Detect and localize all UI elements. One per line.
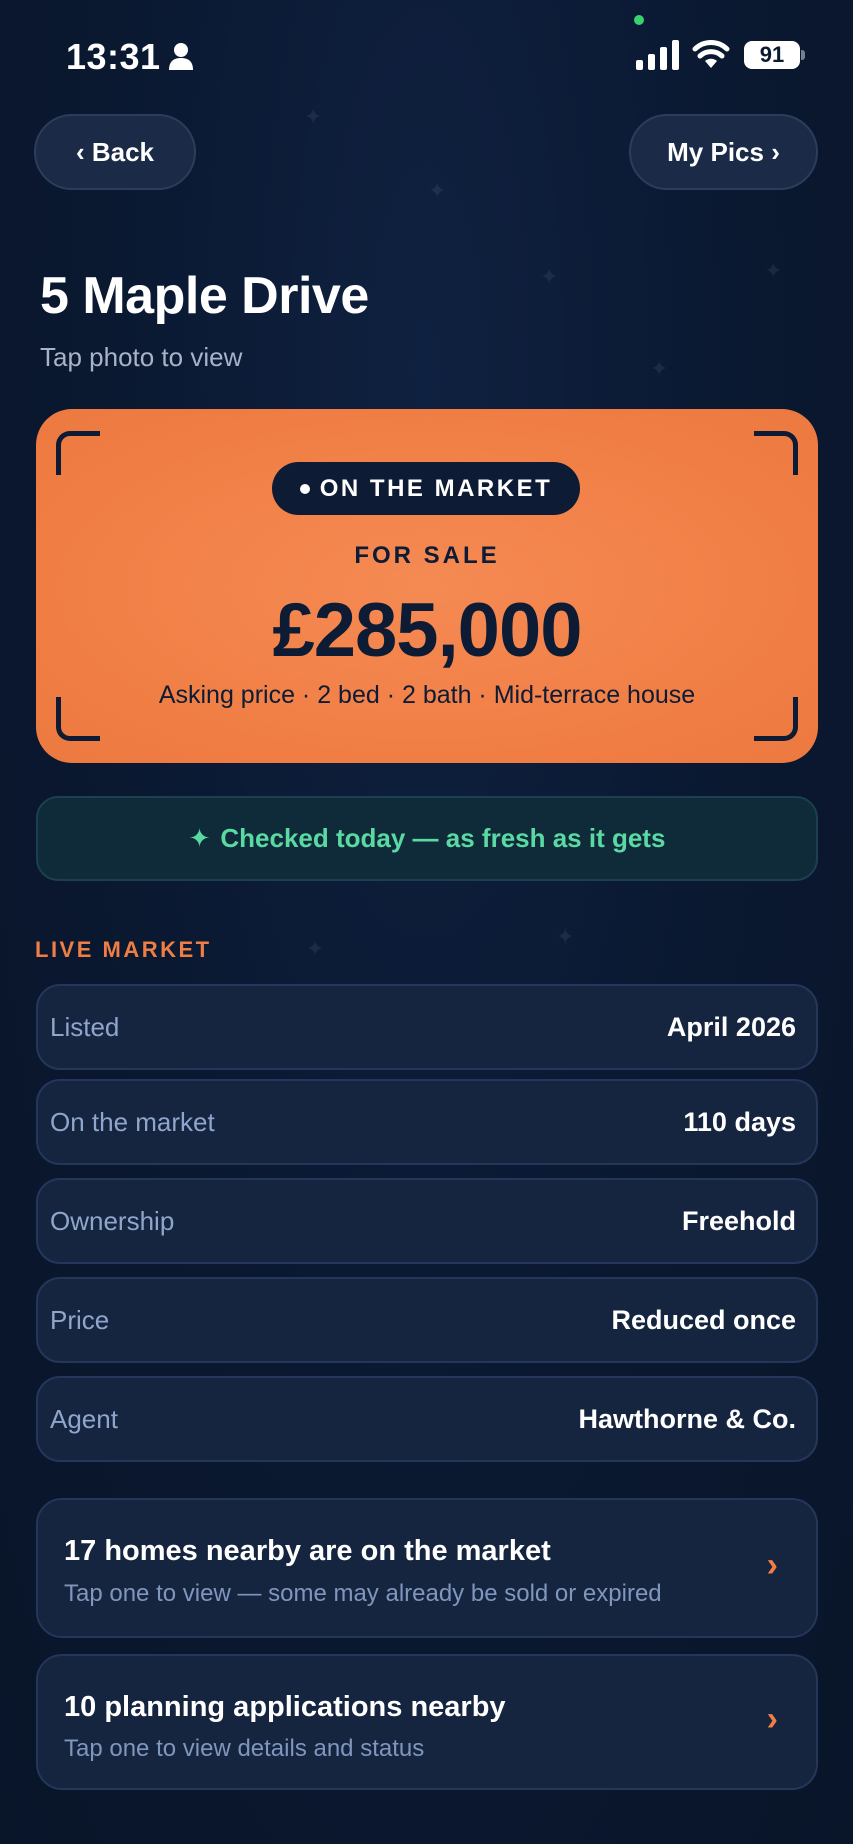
market-status-text: ON THE MARKET	[319, 474, 553, 502]
nearby-homes-title: 17 homes nearby are on the market	[64, 1535, 551, 1567]
sparkle-decoration: ✦	[428, 178, 447, 203]
sparkle-decoration: ✦	[650, 356, 669, 381]
sparkle-decoration: ✦	[306, 936, 325, 961]
wifi-icon	[692, 40, 730, 68]
market-row-agent: Agent Hawthorne & Co.	[36, 1376, 818, 1462]
page-subtitle: Tap photo to view	[40, 342, 243, 372]
dot-icon	[299, 483, 310, 494]
chevron-right-icon: ›	[766, 1546, 778, 1584]
freshness-text: Checked today — as fresh as it gets	[220, 823, 666, 853]
battery-tip	[801, 50, 805, 60]
privacy-indicator-dot	[634, 15, 644, 25]
sparkle-decoration: ✦	[556, 924, 575, 949]
chevron-right-icon: ›	[766, 1700, 778, 1738]
asking-price: £285,000	[272, 588, 583, 673]
market-row-listed: Listed April 2026	[36, 984, 818, 1070]
battery-icon: 91	[744, 41, 800, 69]
market-row-ownership: Ownership Freehold	[36, 1178, 818, 1264]
planning-applications-card[interactable]: 10 planning applications nearby Tap one …	[36, 1654, 818, 1790]
nearby-homes-card[interactable]: 17 homes nearby are on the market Tap on…	[36, 1498, 818, 1638]
person-icon	[169, 43, 193, 70]
sparkle-decoration: ✦	[764, 258, 783, 283]
market-row-days-on-market: On the market 110 days	[36, 1079, 818, 1165]
freshness-banner: ✦ Checked today — as fresh as it gets	[36, 796, 818, 881]
row-value: Hawthorne & Co.	[578, 1403, 796, 1434]
screen: ✦ ✦ ✦ ✦ ✦ ✦ ✦ 13:31 91 ‹ Back My Pics › …	[0, 0, 853, 1844]
nearby-homes-subtitle: Tap one to view — some may already be so…	[64, 1580, 662, 1607]
sparkle-icon: ✦	[188, 823, 211, 853]
viewfinder-corner	[56, 431, 100, 475]
signal-icon	[636, 40, 679, 70]
row-value: Reduced once	[611, 1304, 796, 1335]
row-label: Price	[50, 1304, 110, 1335]
row-label: Listed	[50, 1011, 120, 1042]
page-title: 5 Maple Drive	[40, 267, 369, 325]
planning-applications-subtitle: Tap one to view details and status	[64, 1735, 425, 1762]
status-time: 13:31	[66, 36, 161, 77]
market-row-price: Price Reduced once	[36, 1277, 818, 1363]
back-button[interactable]: ‹ Back	[34, 114, 196, 190]
row-label: Ownership	[50, 1205, 175, 1236]
listing-type: FOR SALE	[354, 542, 500, 569]
row-label: On the market	[50, 1106, 215, 1137]
section-label-live-market: LIVE MARKET	[35, 937, 212, 962]
viewfinder-corner	[754, 431, 798, 475]
my-pics-button[interactable]: My Pics ›	[629, 114, 818, 190]
market-status-badge: ON THE MARKET	[272, 462, 580, 515]
row-label: Agent	[50, 1403, 118, 1434]
status-bar: 13:31 91	[0, 0, 853, 110]
property-details: Asking price · 2 bed · 2 bath · Mid-terr…	[158, 681, 696, 709]
row-value: April 2026	[666, 1011, 796, 1042]
property-photo-card[interactable]: ON THE MARKET FOR SALE £285,000 Asking p…	[36, 409, 818, 763]
planning-applications-title: 10 planning applications nearby	[64, 1691, 506, 1723]
row-value: Freehold	[681, 1205, 796, 1236]
row-value: 110 days	[683, 1106, 796, 1137]
sparkle-decoration: ✦	[540, 264, 559, 289]
